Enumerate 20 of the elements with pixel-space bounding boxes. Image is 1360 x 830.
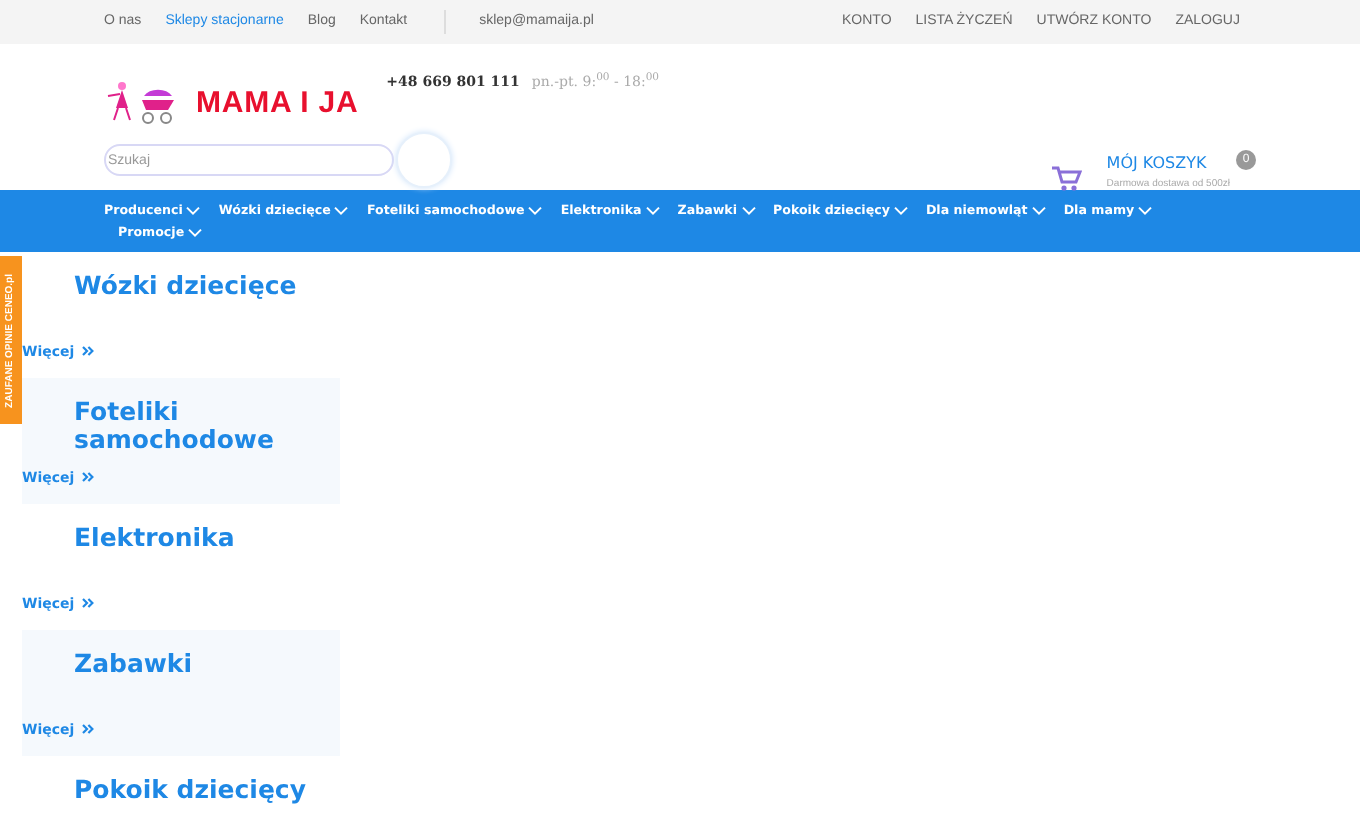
double-chevron-icon (82, 346, 95, 357)
double-chevron-icon (82, 598, 95, 609)
category-title: Zabawki (74, 650, 195, 678)
chevron-down-icon (1031, 206, 1046, 216)
cart-icon[interactable] (1050, 164, 1083, 192)
logo-text: MAMA I JA (196, 88, 359, 118)
cart-title[interactable]: MÓJ KOSZYK (1106, 154, 1230, 174)
category-title: Pokoik dziecięcy (74, 776, 308, 804)
mother-stroller-drawing (104, 80, 176, 124)
double-chevron-icon (82, 724, 95, 735)
chevron-down-icon (645, 206, 660, 216)
chevron-down-icon (741, 206, 756, 216)
category-title: Foteliki samochodowe (74, 398, 276, 454)
chevron-down-icon (893, 206, 908, 216)
chevron-down-icon (528, 206, 543, 216)
double-chevron-icon (82, 472, 95, 483)
category-title: Wózki dziecięce (74, 272, 299, 300)
chevron-down-icon (334, 206, 349, 216)
category-title: Elektronika (74, 524, 237, 552)
chevron-down-icon (1138, 206, 1153, 216)
